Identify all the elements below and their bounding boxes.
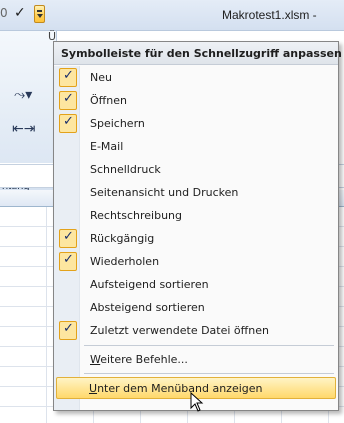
menu-item-label: Rechtschreibung [90,209,183,222]
menu-item-label: Speichern [90,117,145,130]
checkbox: ✓ [59,91,77,110]
menu-item-label: E-Mail [90,140,124,153]
menu-item-label: Öffnen [90,94,127,107]
chevron-down-icon [37,14,43,18]
menu-item-label: Absteigend sortieren [90,301,205,314]
menu-item-schnelldruck[interactable]: Schnelldruck [56,159,336,181]
window-title: Makrotest1.xlsm - [222,8,317,22]
check-icon: ✓ [63,321,74,336]
qat-check-icon[interactable]: ✓ [14,5,26,21]
menu-header: Symbolleiste für den Schnellzugriff anpa… [54,42,342,65]
menu-item-label: Schnelldruck [90,163,161,176]
menu-item-zuletzt-verwendete-datei[interactable]: ✓ Zuletzt verwendete Datei öffnen [56,320,336,342]
checkbox: ✓ [59,252,77,271]
menu-item-label: Rückgängig [90,232,155,245]
check-icon: ✓ [63,114,74,129]
menu-item-rueckgaengig[interactable]: ✓ Rückgängig [56,228,336,250]
menu-separator [84,345,334,346]
menu-item-wiederholen[interactable]: ✓ Wiederholen [56,251,336,273]
menu-item-neu[interactable]: ✓ Neu [56,67,336,89]
check-icon: ✓ [63,229,74,244]
qat-fragment: 0 [0,6,8,20]
checkbox: ✓ [59,114,77,133]
checkbox: ✓ [59,229,77,248]
orientation-icon[interactable]: ⤳▾ [14,87,32,103]
menu-item-label: Zuletzt verwendete Datei öffnen [90,324,269,337]
bar-icon [37,10,42,12]
menu-item-label: Weitere Befehle... [90,353,188,366]
ribbon: Ü ⤳▾ ⇤⇥ ntung [0,30,57,194]
mouse-pointer-icon [190,392,204,412]
quick-access-toolbar: 0 ✓ [0,4,34,26]
checkbox: ✓ [59,321,77,340]
menu-item-seitenansicht[interactable]: Seitenansicht und Drucken [56,182,336,204]
customize-qat-menu: Symbolleiste für den Schnellzugriff anpa… [53,41,342,411]
menu-item-label: Seitenansicht und Drucken [90,186,239,199]
menu-item-label: Wiederholen [90,255,160,268]
menu-item-aufsteigend-sortieren[interactable]: Aufsteigend sortieren [56,274,336,296]
menu-item-rechtschreibung[interactable]: Rechtschreibung [56,205,336,227]
menu-item-absteigend-sortieren[interactable]: Absteigend sortieren [56,297,336,319]
check-icon: ✓ [63,68,74,83]
indent-icon[interactable]: ⇤⇥ [12,121,35,137]
menu-item-email[interactable]: E-Mail [56,136,336,158]
check-icon: ✓ [63,252,74,267]
menu-item-speichern[interactable]: ✓ Speichern [56,113,336,135]
menu-item-label: Neu [90,71,112,84]
customize-qat-dropdown-button[interactable] [34,5,45,23]
menu-item-weitere-befehle[interactable]: Weitere Befehle... [56,349,336,371]
title-bar: 0 ✓ Makrotest1.xlsm - [0,0,344,31]
menu-item-oeffnen[interactable]: ✓ Öffnen [56,90,336,112]
menu-item-label: Unter dem Menüband anzeigen [89,382,263,395]
menu-item-label: Aufsteigend sortieren [90,278,209,291]
checkbox: ✓ [59,68,77,87]
menu-separator [84,373,334,374]
check-icon: ✓ [63,91,74,106]
